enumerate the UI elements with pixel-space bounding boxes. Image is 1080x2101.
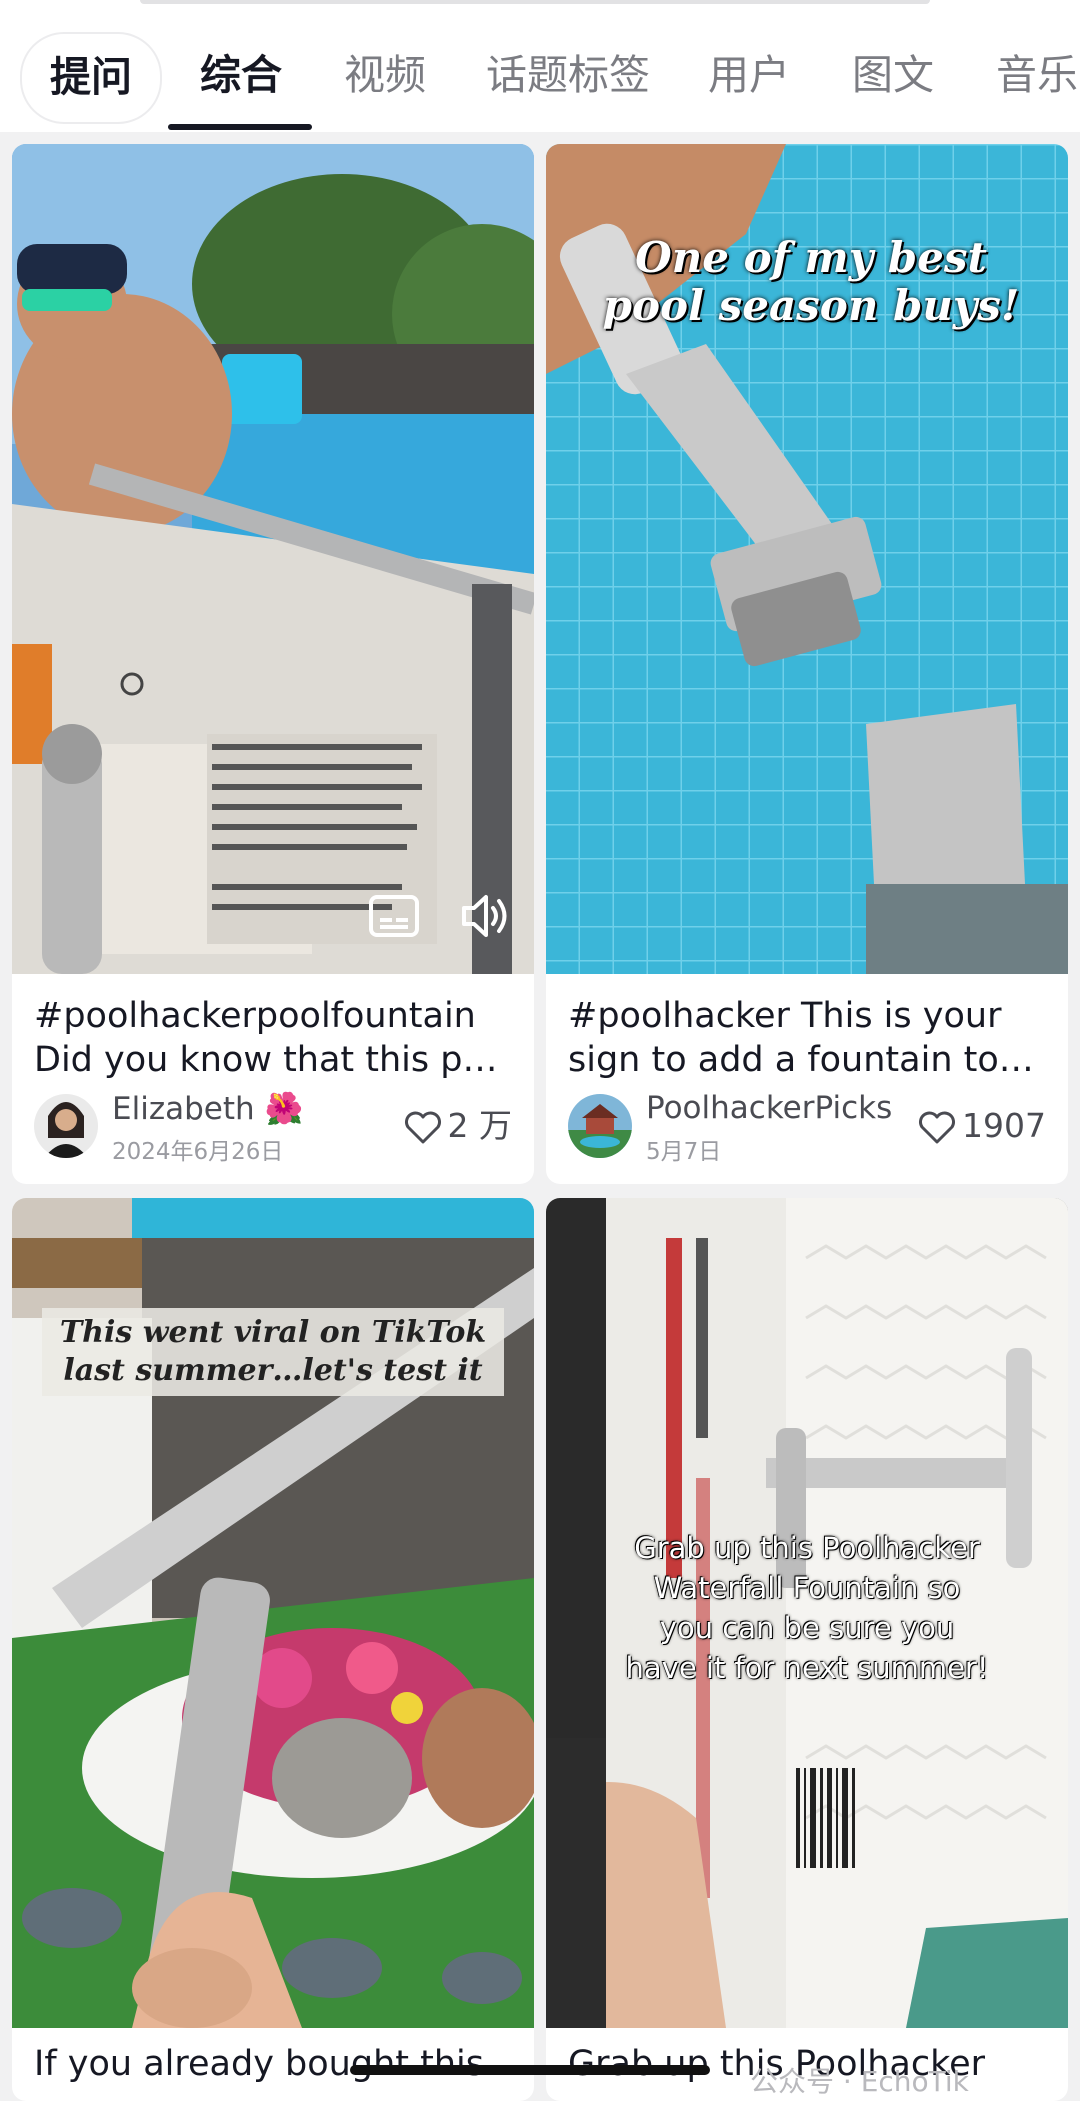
heart-icon bbox=[404, 1111, 441, 1143]
tab-users[interactable]: 用户 bbox=[708, 40, 790, 110]
like-count-value: 2 万 bbox=[447, 1106, 513, 1145]
home-indicator[interactable] bbox=[350, 2065, 710, 2075]
like-count-value: 1907 bbox=[962, 1106, 1046, 1145]
video-thumbnail[interactable]: One of my best pool season buys! bbox=[546, 144, 1068, 974]
watermark: 公众号 · EchoTik bbox=[750, 2065, 969, 2098]
card-title-line-2: sign to add a fountain to… bbox=[568, 1040, 1034, 1080]
avatar[interactable] bbox=[34, 1094, 98, 1158]
video-thumbnail[interactable]: Grab up this Poolhacker Waterfall Founta… bbox=[546, 1198, 1068, 2028]
avatar[interactable] bbox=[568, 1094, 632, 1158]
video-card[interactable]: This went viral on TikTok last summer…le… bbox=[12, 1198, 534, 2101]
card-title: #poolhackerpoolfountain Did you know tha… bbox=[34, 994, 518, 1082]
top-handle bbox=[140, 0, 930, 4]
like-count[interactable]: 2 万 bbox=[404, 1104, 513, 1148]
tab-image-text[interactable]: 图文 bbox=[852, 40, 934, 110]
card-title-line-1: #poolhacker This is your bbox=[568, 996, 1002, 1036]
video-card[interactable]: Grab up this Poolhacker Waterfall Founta… bbox=[546, 1198, 1068, 2101]
tab-hashtags[interactable]: 话题标签 bbox=[486, 40, 650, 110]
card-meta: Elizabeth 🌺 2024年6月26日 2 万 bbox=[34, 1090, 513, 1165]
tab-video[interactable]: 视频 bbox=[344, 40, 426, 110]
video-card[interactable]: One of my best pool season buys! #poolha… bbox=[546, 144, 1068, 1184]
video-thumbnail[interactable] bbox=[12, 144, 534, 974]
card-title-line-1: #poolhackerpoolfountain bbox=[34, 996, 476, 1036]
video-card[interactable]: #poolhackerpoolfountain Did you know tha… bbox=[12, 144, 534, 1184]
card-title: If you already bought this bbox=[34, 2044, 484, 2084]
card-title: #poolhacker This is your sign to add a f… bbox=[568, 994, 1052, 1082]
video-caption-overlay: One of my best pool season buys! bbox=[602, 233, 1020, 330]
active-tab-indicator bbox=[168, 124, 312, 130]
video-caption-overlay: Grab up this Poolhacker Waterfall Founta… bbox=[625, 1531, 989, 1685]
author-name[interactable]: PoolhackerPicks bbox=[646, 1090, 892, 1126]
author-name[interactable]: Elizabeth 🌺 bbox=[112, 1090, 303, 1127]
card-title-line-2: Did you know that this p… bbox=[34, 1040, 498, 1080]
tab-music[interactable]: 音乐 bbox=[996, 40, 1078, 110]
search-tab-bar: 提问 综合 视频 话题标签 用户 图文 音乐 bbox=[0, 0, 1080, 132]
volume-icon[interactable] bbox=[460, 892, 512, 940]
heart-icon bbox=[919, 1111, 956, 1143]
tab-comprehensive[interactable]: 综合 bbox=[200, 40, 282, 110]
video-caption-overlay: This went viral on TikTok last summer…le… bbox=[42, 1308, 504, 1396]
post-date: 5月7日 bbox=[646, 1139, 722, 1165]
video-thumbnail[interactable]: This went viral on TikTok last summer…le… bbox=[12, 1198, 534, 2028]
card-meta: PoolhackerPicks 5月7日 1907 bbox=[568, 1090, 1046, 1165]
captions-icon[interactable] bbox=[368, 894, 420, 938]
like-count[interactable]: 1907 bbox=[918, 1104, 1046, 1148]
ask-button[interactable]: 提问 bbox=[20, 32, 162, 124]
post-date: 2024年6月26日 bbox=[112, 1139, 284, 1165]
